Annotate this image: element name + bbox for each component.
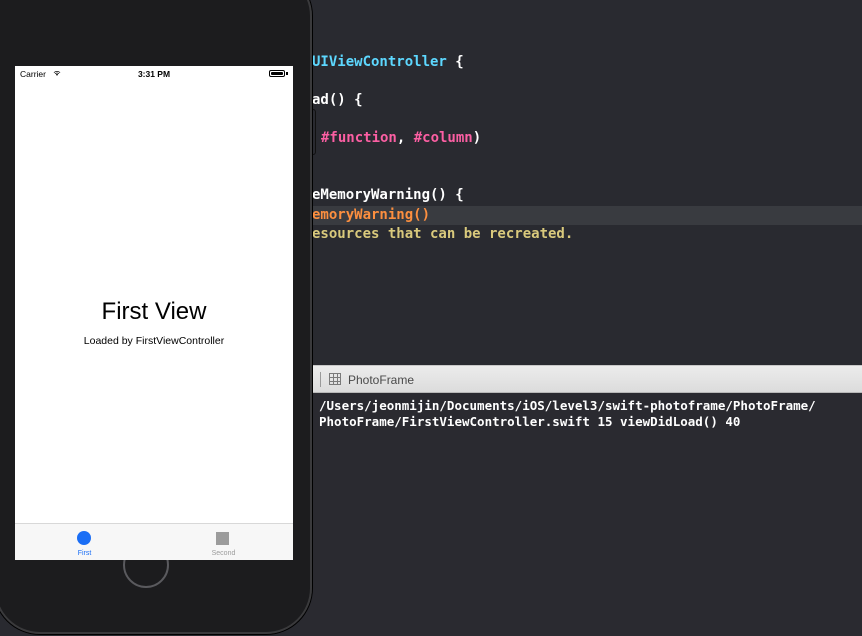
code-token: UIViewController <box>312 54 447 70</box>
view-subtitle: Loaded by FirstViewController <box>83 335 225 347</box>
circle-icon <box>77 531 91 545</box>
status-bar: Carrier 3:31 PM <box>15 66 293 82</box>
code-line-3[interactable]: #function, #column) <box>321 129 481 148</box>
code-token: eMemoryWarning() { <box>312 187 464 203</box>
battery-icon <box>269 70 285 77</box>
tab-second-label: Second <box>211 550 236 557</box>
code-token: esources that can be recreated. <box>312 226 574 242</box>
code-token: #column <box>413 130 473 146</box>
debug-bar: PhotoFrame <box>300 365 862 393</box>
tab-bar: First Second <box>15 523 293 560</box>
code-line-2[interactable]: ad() { <box>312 91 363 110</box>
code-token: emoryWarning() <box>312 207 431 223</box>
battery-tip <box>286 72 288 75</box>
tab-second[interactable]: Second <box>154 524 293 560</box>
tab-first[interactable]: First <box>15 524 154 560</box>
view-title: First View <box>101 298 207 325</box>
code-token: , <box>396 130 414 146</box>
code-token: ) <box>472 130 482 146</box>
console-line-1: /Users/jeonmijin/Documents/iOS/level3/sw… <box>319 398 816 413</box>
console-output[interactable]: /Users/jeonmijin/Documents/iOS/level3/sw… <box>300 393 862 636</box>
console-line-2: PhotoFrame/FirstViewController.swift 15 … <box>319 414 741 429</box>
status-time: 3:31 PM <box>137 69 171 79</box>
code-token: #function <box>321 130 397 146</box>
code-line-1[interactable]: UIViewController { <box>312 53 464 72</box>
code-line-4[interactable]: eMemoryWarning() { <box>312 186 464 205</box>
code-line-6[interactable]: esources that can be recreated. <box>312 225 573 244</box>
code-token: ad() { <box>312 92 363 108</box>
tab-first-label: First <box>77 550 92 557</box>
square-icon <box>216 532 229 545</box>
code-line-5[interactable]: emoryWarning() <box>312 206 430 225</box>
debug-target-label[interactable]: PhotoFrame <box>348 373 414 387</box>
debug-bar-divider <box>320 372 321 387</box>
code-token: { <box>446 54 464 70</box>
simulator-screen[interactable]: Carrier 3:31 PM First View Loaded by Fir… <box>15 66 293 560</box>
scheme-grid-icon[interactable] <box>329 373 341 385</box>
